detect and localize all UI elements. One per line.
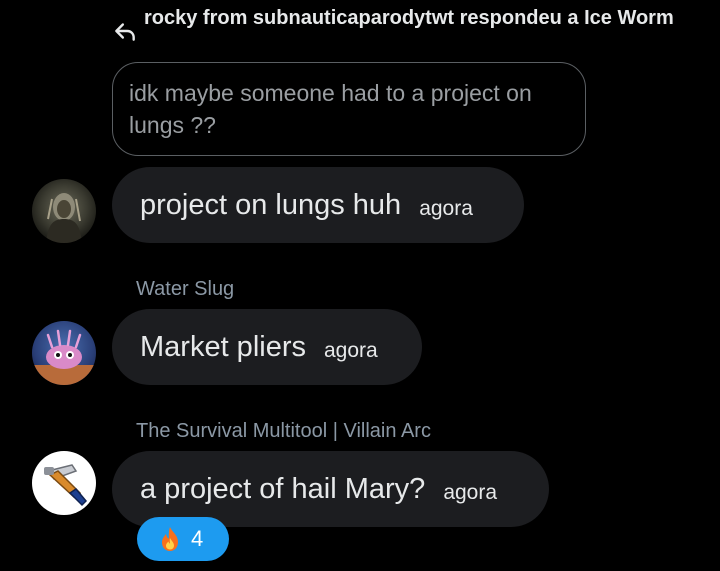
sender-name[interactable]: The Survival Multitool | Villain Arc xyxy=(136,420,431,443)
message-timestamp: agora xyxy=(443,481,498,504)
sender-name[interactable]: Water Slug xyxy=(136,278,234,301)
message-text: a project of hail Mary? xyxy=(140,472,426,505)
reply-context-text: rocky from subnauticaparodytwt respondeu… xyxy=(144,7,674,29)
message-timestamp: agora xyxy=(324,339,378,362)
water-slug-avatar xyxy=(32,321,96,385)
fire-icon xyxy=(162,527,178,551)
avatar[interactable] xyxy=(32,321,96,385)
message-bubble[interactable]: a project of hail Mary? agora xyxy=(112,451,549,527)
chat-view: rocky from subnauticaparodytwt respondeu… xyxy=(0,0,720,571)
message-bubble[interactable]: project on lungs huh agora xyxy=(112,167,524,243)
avatar[interactable] xyxy=(32,179,96,243)
message-text: Market pliers xyxy=(140,330,306,363)
reply-context: rocky from subnauticaparodytwt respondeu… xyxy=(112,6,702,44)
dark-figure-avatar xyxy=(32,179,96,243)
reply-arrow-icon xyxy=(115,23,135,41)
reaction-count: 4 xyxy=(191,526,204,551)
quoted-message[interactable]: idk maybe someone had to a project on lu… xyxy=(112,62,586,156)
multitool-avatar xyxy=(32,451,96,515)
avatar[interactable] xyxy=(32,451,96,515)
reaction-chip[interactable]: 4 xyxy=(137,517,229,561)
message-bubble[interactable]: Market pliers agora xyxy=(112,309,422,385)
message-text: project on lungs huh xyxy=(140,188,402,221)
message-timestamp: agora xyxy=(419,197,473,220)
